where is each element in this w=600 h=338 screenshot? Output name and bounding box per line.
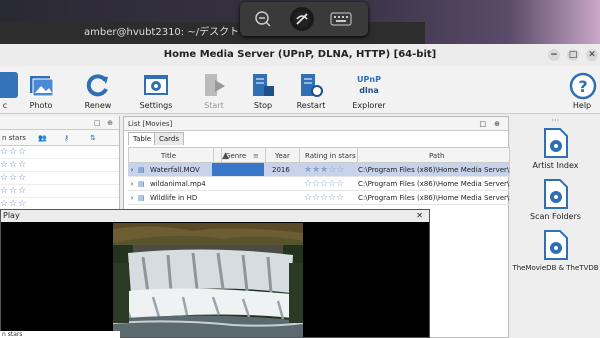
table-row[interactable]: › ▤ Wildlife in HD ☆☆☆☆☆ C:\Program File… xyxy=(128,191,510,205)
key-icon[interactable]: ⚷ xyxy=(64,130,69,146)
film-icon: ▤ xyxy=(138,166,145,174)
settings-icon xyxy=(143,72,169,98)
upnp-dlna-icon: UPnP dlna xyxy=(357,75,381,95)
renew-button[interactable]: Renew xyxy=(73,72,123,116)
floating-toolbar xyxy=(240,2,368,36)
maximize-button[interactable]: □ xyxy=(567,49,579,61)
start-button[interactable]: Start xyxy=(189,72,239,116)
document-gear-icon xyxy=(542,128,570,158)
stop-button[interactable]: Stop xyxy=(238,72,288,116)
table-row[interactable]: › ▤ wildanimal.mp4 ☆☆☆☆☆ C:\Program File… xyxy=(128,177,510,191)
desktop: amber@hvubt2310: ~/デスクトップ Home Media Ser… xyxy=(0,0,600,338)
restart-button[interactable]: Restart xyxy=(286,72,336,116)
list-item[interactable]: ☆☆☆ xyxy=(0,146,119,159)
list-panel-header: List [Movies] □ ⊕ xyxy=(124,117,508,131)
panel-grip[interactable]: ··· xyxy=(511,116,600,125)
stars-column-header-bottom: n stars xyxy=(2,331,23,338)
pin-icon[interactable]: ⊕ xyxy=(494,117,500,131)
left-panel-bottom: n stars xyxy=(0,331,120,338)
photo-button[interactable]: Photo xyxy=(16,72,66,116)
col-rating[interactable]: Rating in stars xyxy=(305,148,356,164)
left-panel-header: □ ⊕ xyxy=(0,116,119,130)
close-button[interactable]: ✕ xyxy=(586,49,598,61)
view-tabs: Table Cards xyxy=(124,131,508,145)
explorer-button[interactable]: UPnP dlna Explorer xyxy=(344,72,394,116)
float-panel-icon[interactable]: □ xyxy=(479,117,486,131)
settings-button[interactable]: Settings xyxy=(131,72,181,116)
start-icon xyxy=(201,72,227,98)
player-titlebar: Play ✕ xyxy=(1,210,429,222)
film-icon: ▤ xyxy=(138,194,145,202)
expand-icon[interactable]: › xyxy=(128,177,136,191)
terminal-title: amber@hvubt2310: ~/デスクトップ xyxy=(84,27,260,38)
list-item[interactable]: ☆☆☆ xyxy=(0,159,119,172)
expand-icon[interactable]: › xyxy=(128,163,136,177)
scan-folders-button[interactable]: Scan Folders xyxy=(511,179,600,221)
help-button[interactable]: ? Help xyxy=(557,72,600,116)
col-year[interactable]: Year xyxy=(275,148,290,164)
refresh-icon xyxy=(85,72,111,98)
player-close-button[interactable]: ✕ xyxy=(416,210,423,222)
artist-index-button[interactable]: Artist Index xyxy=(511,128,600,170)
movies-table: Title ▲ Genre ≡ Year Rating in stars Pat… xyxy=(128,147,510,205)
minimize-button[interactable]: − xyxy=(548,49,560,61)
zoom-out-icon[interactable] xyxy=(251,7,275,31)
svg-text:?: ? xyxy=(578,77,587,96)
expand-icon[interactable]: › xyxy=(128,191,136,205)
tmdb-button[interactable]: TheMovieDB & TheTVDB xyxy=(511,230,600,272)
col-title[interactable]: Title xyxy=(161,148,176,164)
no-connection-icon[interactable] xyxy=(290,7,314,31)
tab-cards[interactable]: Cards xyxy=(154,132,185,145)
film-icon: ▤ xyxy=(138,180,145,188)
help-icon: ? xyxy=(569,72,597,100)
col-path[interactable]: Path xyxy=(429,148,444,164)
window-titlebar: Home Media Server (UPnP, DLNA, HTTP) [64… xyxy=(0,44,600,66)
genre-cell[interactable] xyxy=(212,163,264,176)
list-item[interactable]: ☆☆☆ xyxy=(0,185,119,198)
photo-icon xyxy=(28,72,54,98)
stop-icon xyxy=(250,72,276,98)
document-gear-icon xyxy=(542,179,570,209)
right-panel: ··· Artist Index Scan Folders TheMovieDB… xyxy=(511,116,600,338)
sort-icon[interactable]: ⇅ xyxy=(90,130,96,146)
list-item[interactable]: ☆☆☆ xyxy=(0,172,119,185)
toolbar: c Photo Renew Settings Start Stop Restar… xyxy=(0,66,600,114)
player-title: Play xyxy=(3,211,20,220)
video-player-window: Play ✕ xyxy=(0,209,430,338)
keyboard-icon[interactable] xyxy=(329,7,353,31)
group-icon[interactable]: 👥 xyxy=(38,130,47,146)
restart-icon xyxy=(298,72,324,98)
col-genre[interactable]: Genre xyxy=(225,148,246,164)
table-row[interactable]: › ▤ Waterfall.MOV 2016 ★★★☆☆ C:\Program … xyxy=(128,163,510,177)
tab-table[interactable]: Table xyxy=(128,132,157,145)
list-title: List [Movies] xyxy=(128,120,173,128)
filter-icon[interactable]: ≡ xyxy=(253,148,259,164)
left-panel-columns: n stars 👥 ⚷ ⇅ xyxy=(0,130,119,146)
window-title: Home Media Server (UPnP, DLNA, HTTP) [64… xyxy=(163,49,437,60)
document-gear-icon xyxy=(542,230,570,260)
table-header: Title ▲ Genre ≡ Year Rating in stars Pat… xyxy=(128,147,510,163)
video-frame[interactable] xyxy=(113,223,303,337)
stars-column-header[interactable]: n stars xyxy=(2,130,26,146)
